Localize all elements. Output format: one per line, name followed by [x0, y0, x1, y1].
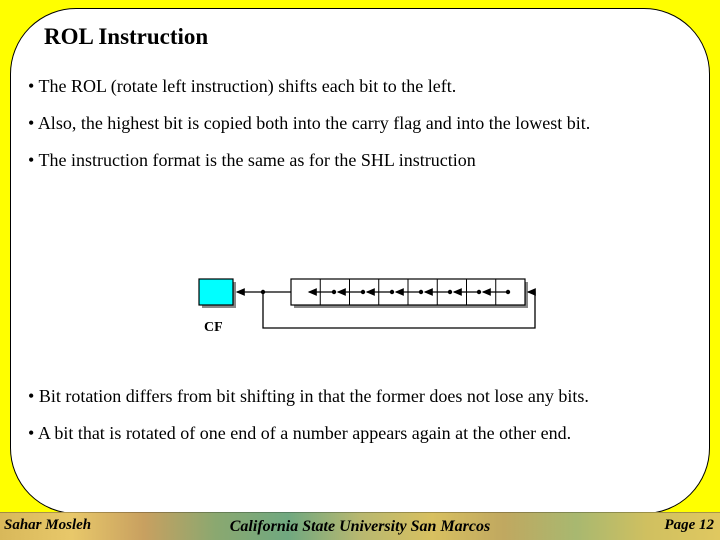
- bullet-item: The ROL (rotate left instruction) shifts…: [28, 76, 688, 97]
- footer-bar: Sahar Mosleh California State University…: [0, 512, 720, 540]
- bullet-item: Bit rotation differs from bit shifting i…: [28, 386, 688, 407]
- bullet-item: The instruction format is the same as fo…: [28, 150, 688, 171]
- slide-title: ROL Instruction: [44, 24, 208, 50]
- footer-page: Page 12: [664, 517, 714, 534]
- rol-diagram: [195, 272, 545, 347]
- bullet-item: Also, the highest bit is copied both int…: [28, 113, 688, 134]
- bullet-list-bottom: Bit rotation differs from bit shifting i…: [28, 386, 688, 460]
- footer-page-label: Page: [664, 517, 695, 533]
- cf-label: CF: [204, 320, 223, 336]
- bullet-list-top: The ROL (rotate left instruction) shifts…: [28, 76, 688, 188]
- footer-institution: California State University San Marcos: [0, 518, 720, 536]
- footer-page-number: 12: [699, 517, 714, 533]
- bullet-item: A bit that is rotated of one end of a nu…: [28, 423, 688, 444]
